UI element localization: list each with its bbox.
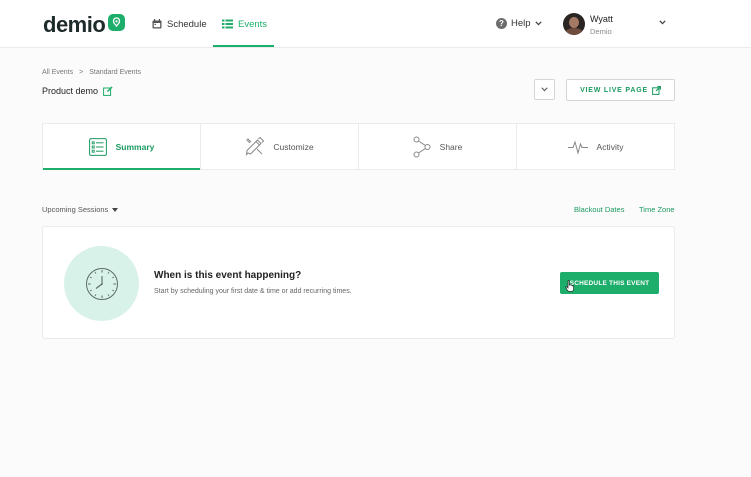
avatar[interactable] (563, 13, 585, 35)
nav-schedule[interactable]: Schedule (152, 17, 207, 31)
nav-events-label: Events (238, 18, 268, 30)
pulse-icon (567, 139, 588, 155)
upcoming-sessions-dropdown[interactable]: Upcoming Sessions (42, 205, 119, 214)
upcoming-sessions-label: Upcoming Sessions (42, 205, 109, 214)
demio-logo[interactable]: demio (43, 12, 126, 38)
events-list-icon (222, 19, 233, 29)
logo-mark-icon (108, 13, 126, 31)
user-name[interactable]: Wyatt (590, 14, 613, 24)
edit-icon[interactable] (103, 86, 113, 96)
view-live-page-label: VIEW LIVE PAGE (580, 86, 648, 94)
logo-text: demio (43, 12, 106, 37)
tab-activity-label: Activity (596, 141, 624, 152)
tab-activity[interactable]: Activity (517, 124, 674, 169)
nav-active-underline (213, 45, 274, 47)
hand-cursor-icon (565, 280, 574, 292)
tab-share-label: Share (439, 141, 463, 152)
nav-schedule-label: Schedule (167, 18, 207, 30)
chevron-down-icon (534, 21, 542, 26)
blackout-dates-link[interactable]: Blackout Dates (574, 205, 624, 214)
tab-customize[interactable]: Customize (201, 124, 359, 169)
event-tabs: Summary Customize Share Activity (42, 123, 675, 170)
tab-summary[interactable]: Summary (43, 124, 201, 170)
clock-icon (85, 267, 118, 300)
view-live-page-button[interactable]: VIEW LIVE PAGE (566, 79, 675, 101)
tab-customize-label: Customize (273, 141, 314, 152)
nav-events[interactable]: Events (222, 17, 267, 31)
tab-summary-label: Summary (115, 141, 155, 152)
empty-state-subtitle: Start by scheduling your first date & ti… (154, 288, 352, 295)
event-title: Product demo (42, 86, 99, 96)
brush-icon (246, 137, 265, 156)
empty-sessions-card: When is this event happening? Start by s… (42, 226, 675, 339)
tab-share[interactable]: Share (359, 124, 517, 169)
share-icon (413, 136, 431, 157)
user-menu-chevron-icon[interactable] (659, 20, 666, 25)
breadcrumb-separator: > (79, 69, 84, 76)
external-link-icon (652, 85, 661, 95)
breadcrumb-standard-events[interactable]: Standard Events (89, 69, 141, 76)
time-zone-link[interactable]: Time Zone (639, 205, 675, 214)
chevron-down-icon (541, 87, 548, 92)
user-org: Demio (590, 27, 612, 36)
empty-state-title: When is this event happening? (154, 270, 302, 281)
caret-down-icon (112, 207, 119, 212)
help-icon: ? (496, 18, 507, 29)
page-title: Product demo (42, 86, 113, 96)
event-options-dropdown-button[interactable] (534, 79, 555, 100)
breadcrumb-all-events[interactable]: All Events (42, 69, 73, 76)
clock-illustration (64, 246, 139, 321)
help-menu[interactable]: ? Help (496, 18, 542, 29)
breadcrumb: All Events > Standard Events (42, 69, 141, 76)
calendar-icon (152, 19, 162, 29)
top-nav-bar: demio Schedule Events ? Help Wyatt Demio (0, 0, 751, 48)
help-label: Help (511, 18, 531, 29)
list-icon (88, 137, 107, 156)
